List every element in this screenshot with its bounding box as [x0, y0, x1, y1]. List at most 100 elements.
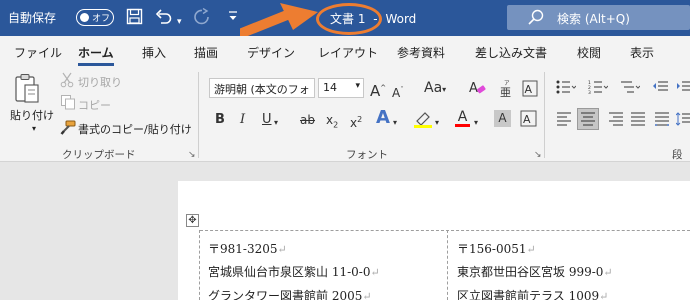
- tab-draw[interactable]: 描画: [194, 44, 218, 61]
- table-move-handle-icon[interactable]: ✥: [186, 214, 199, 227]
- strikethrough-button[interactable]: ab: [300, 112, 315, 128]
- copy-icon[interactable]: [60, 94, 76, 115]
- table-gridline: [199, 230, 200, 300]
- cut-label[interactable]: 切り取り: [78, 74, 122, 90]
- tab-references[interactable]: 参考資料: [397, 44, 445, 61]
- enclosed-character-icon[interactable]: A: [522, 80, 538, 102]
- paragraph-mark-icon: ↵: [526, 243, 536, 256]
- clipboard-group-label: クリップボード: [62, 149, 136, 161]
- tab-review[interactable]: 校閲: [577, 44, 601, 61]
- clear-formatting-icon[interactable]: A: [468, 79, 486, 101]
- text-effects-dropdown-icon[interactable]: ▾: [393, 115, 397, 131]
- ribbon: 貼り付け ▾ 切り取り コピー 書式のコピー/貼り付け クリップボード ↘ 游明…: [0, 66, 690, 176]
- undo-icon[interactable]: [155, 8, 173, 29]
- cell-line: 宮城県仙台市泉区紫山 11-0-0↵: [208, 265, 380, 279]
- cell-line: 〒156-0051↵: [457, 242, 536, 256]
- table-gridline: [200, 230, 690, 231]
- paragraph-mark-icon: ↵: [370, 266, 380, 279]
- cell-line: 〒981-3205↵: [208, 242, 287, 256]
- tab-insert[interactable]: 挿入: [142, 44, 166, 61]
- highlight-dropdown-icon[interactable]: ▾: [435, 115, 439, 131]
- text-effects-button[interactable]: A: [376, 109, 390, 127]
- paste-label[interactable]: 貼り付け: [10, 107, 54, 123]
- group-separator: [198, 72, 199, 158]
- tab-layout[interactable]: レイアウト: [318, 44, 378, 61]
- tab-view[interactable]: 表示: [630, 44, 654, 61]
- decrease-indent-icon[interactable]: [652, 80, 668, 99]
- font-size-value: 14: [323, 81, 337, 94]
- paragraph-mark-icon: ↵: [362, 290, 372, 300]
- undo-dropdown-icon[interactable]: ▾: [177, 13, 182, 31]
- format-painter-icon[interactable]: [60, 119, 76, 140]
- line-spacing-icon[interactable]: [675, 112, 690, 131]
- tab-home[interactable]: ホーム: [78, 44, 114, 61]
- grow-font-icon[interactable]: A^: [370, 80, 386, 99]
- multilevel-list-icon[interactable]: [620, 80, 641, 99]
- tab-file[interactable]: ファイル: [14, 44, 62, 61]
- character-border-icon[interactable]: A: [520, 110, 537, 132]
- paragraph-mark-icon: ↵: [599, 290, 609, 300]
- autosave-label: 自動保存: [8, 11, 57, 25]
- font-size-select[interactable]: 14 ▾: [318, 78, 364, 98]
- tab-mailings[interactable]: 差し込み文書: [475, 44, 547, 61]
- paste-dropdown-icon[interactable]: ▾: [32, 124, 36, 133]
- table-gridline: [447, 230, 448, 300]
- superscript-button[interactable]: x2: [350, 112, 362, 131]
- change-case-label: Aa: [424, 80, 443, 96]
- underline-dropdown-icon[interactable]: ▾: [274, 115, 278, 131]
- tab-design[interactable]: デザイン: [247, 44, 295, 61]
- font-color-label: A: [457, 109, 468, 125]
- phonetic-guide-icon[interactable]: ア亜: [500, 80, 516, 102]
- toggle-state-text: オフ: [92, 14, 111, 24]
- toggle-knob: [80, 12, 89, 22]
- svg-text:A: A: [469, 81, 478, 96]
- character-shading-button[interactable]: A: [494, 110, 511, 127]
- cell-line: グランタワー図書館前 2005↵: [208, 287, 372, 300]
- underline-button[interactable]: U: [262, 112, 272, 128]
- highlight-button[interactable]: [413, 110, 433, 133]
- subscript-button[interactable]: x2: [326, 112, 338, 133]
- svg-text:A: A: [525, 83, 533, 96]
- distributed-icon[interactable]: [654, 112, 670, 131]
- align-left-icon[interactable]: [556, 112, 572, 131]
- font-group-label: フォント: [346, 149, 388, 161]
- ribbon-tabs: ファイル ホーム 挿入 描画 デザイン レイアウト 参考資料 差し込み文書 校閲…: [0, 36, 690, 66]
- paragraph-mark-icon: ↵: [603, 266, 613, 279]
- font-name-select[interactable]: 游明朝 (本文のフォ: [209, 78, 315, 98]
- svg-text:3: 3: [588, 90, 591, 94]
- justify-icon[interactable]: [630, 112, 646, 131]
- shrink-font-icon[interactable]: Aˇ: [392, 82, 404, 101]
- paragraph-mark-icon: ↵: [277, 243, 287, 256]
- bold-button[interactable]: B: [215, 112, 225, 128]
- clipboard-launcher-icon[interactable]: ↘: [188, 150, 196, 160]
- align-right-icon[interactable]: [608, 112, 624, 131]
- change-case-icon[interactable]: Aa▾: [424, 80, 446, 98]
- superscript-index: 2: [357, 115, 363, 124]
- customize-qat-icon[interactable]: [228, 10, 238, 28]
- autosave-toggle[interactable]: オフ: [76, 9, 114, 26]
- font-color-dropdown-icon[interactable]: ▾: [474, 115, 478, 131]
- annotation-highlight-ellipse: [316, 3, 382, 35]
- format-painter-label[interactable]: 書式のコピー/貼り付け: [78, 121, 192, 137]
- numbering-icon[interactable]: 123: [588, 80, 609, 99]
- bullets-icon[interactable]: [556, 80, 577, 99]
- cell-line: 東京都世田谷区宮坂 999-0↵: [457, 265, 613, 279]
- align-center-icon[interactable]: [577, 108, 599, 130]
- group-separator: [544, 72, 545, 158]
- paste-icon[interactable]: [10, 72, 42, 111]
- search-icon: [527, 8, 545, 30]
- redo-icon[interactable]: [193, 7, 211, 29]
- increase-indent-icon[interactable]: [676, 80, 690, 99]
- svg-text:亜: 亜: [500, 86, 511, 97]
- search-placeholder: 検索 (Alt+Q): [557, 12, 630, 26]
- font-color-button[interactable]: A: [455, 109, 470, 127]
- save-icon[interactable]: [126, 8, 143, 29]
- cell-line: 区立図書館前テラス 1009↵: [457, 287, 608, 300]
- font-launcher-icon[interactable]: ↘: [534, 150, 542, 160]
- italic-button[interactable]: I: [240, 112, 245, 128]
- search-box[interactable]: 検索 (Alt+Q): [507, 5, 690, 30]
- cut-icon[interactable]: [60, 72, 74, 93]
- copy-label[interactable]: コピー: [78, 97, 111, 113]
- app-name: Word: [385, 12, 417, 26]
- svg-text:A: A: [523, 113, 531, 126]
